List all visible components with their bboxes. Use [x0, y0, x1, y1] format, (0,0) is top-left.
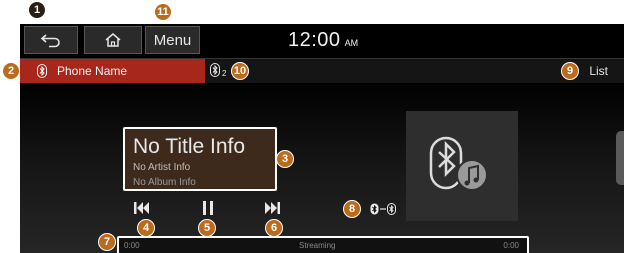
callout-1: 1 — [28, 1, 46, 19]
callout-11: 11 — [154, 3, 172, 21]
source-bar: Phone Name 2 List — [20, 58, 624, 83]
skip-next-icon — [265, 202, 280, 214]
streaming-status: Streaming — [299, 241, 336, 250]
list-button[interactable]: List — [589, 64, 608, 78]
track-album: No Album Info — [133, 177, 196, 188]
progress-bar[interactable]: 0:00 Streaming 0:00 — [117, 236, 529, 253]
bluetooth-link-icon — [370, 203, 396, 215]
bluetooth-device-tab[interactable]: Phone Name — [20, 59, 205, 83]
head-unit-screen: Menu 12:00 AM Phone Name 2 List No Title … — [20, 24, 624, 253]
clock: 12:00 AM — [288, 29, 358, 52]
callout-9: 9 — [561, 62, 579, 80]
album-art — [406, 111, 518, 221]
play-pause-button[interactable] — [195, 197, 221, 219]
bluetooth-device-switch-button[interactable]: 2 — [210, 63, 230, 77]
callout-10: 10 — [231, 62, 249, 80]
elapsed-time: 0:00 — [124, 241, 140, 250]
callout-2: 2 — [2, 62, 20, 80]
previous-track-button[interactable] — [127, 197, 157, 219]
svg-text:2: 2 — [222, 69, 227, 77]
callout-5: 5 — [198, 219, 216, 237]
bluetooth-icon — [37, 64, 47, 78]
callout-7: 7 — [98, 233, 116, 251]
home-button[interactable] — [84, 26, 142, 54]
menu-button[interactable]: Menu — [145, 26, 200, 54]
top-bar: Menu 12:00 AM — [20, 24, 624, 56]
total-time: 0:00 — [503, 241, 519, 250]
callout-4: 4 — [137, 219, 155, 237]
phone-name-label: Phone Name — [57, 64, 128, 78]
callout-8: 8 — [343, 200, 361, 218]
next-track-button[interactable] — [257, 197, 287, 219]
back-arrow-icon — [40, 34, 60, 48]
back-button[interactable] — [24, 26, 78, 54]
bluetooth-audio-icon — [429, 136, 488, 191]
callout-6: 6 — [265, 219, 283, 237]
track-title: No Title Info — [133, 135, 246, 158]
screen-background — [20, 80, 624, 253]
track-info-panel[interactable]: No Title Info No Artist Info No Album In… — [123, 127, 277, 191]
side-panel-handle[interactable] — [616, 131, 624, 185]
clock-ampm: AM — [344, 38, 359, 48]
skip-previous-icon — [134, 202, 149, 214]
callout-3: 3 — [276, 150, 294, 168]
pause-icon — [203, 201, 213, 215]
clock-time: 12:00 — [288, 29, 341, 51]
track-artist: No Artist Info — [133, 162, 191, 173]
bluetooth-connection-status — [370, 203, 396, 215]
home-icon — [105, 33, 121, 47]
bluetooth-device-2-icon: 2 — [210, 63, 227, 77]
